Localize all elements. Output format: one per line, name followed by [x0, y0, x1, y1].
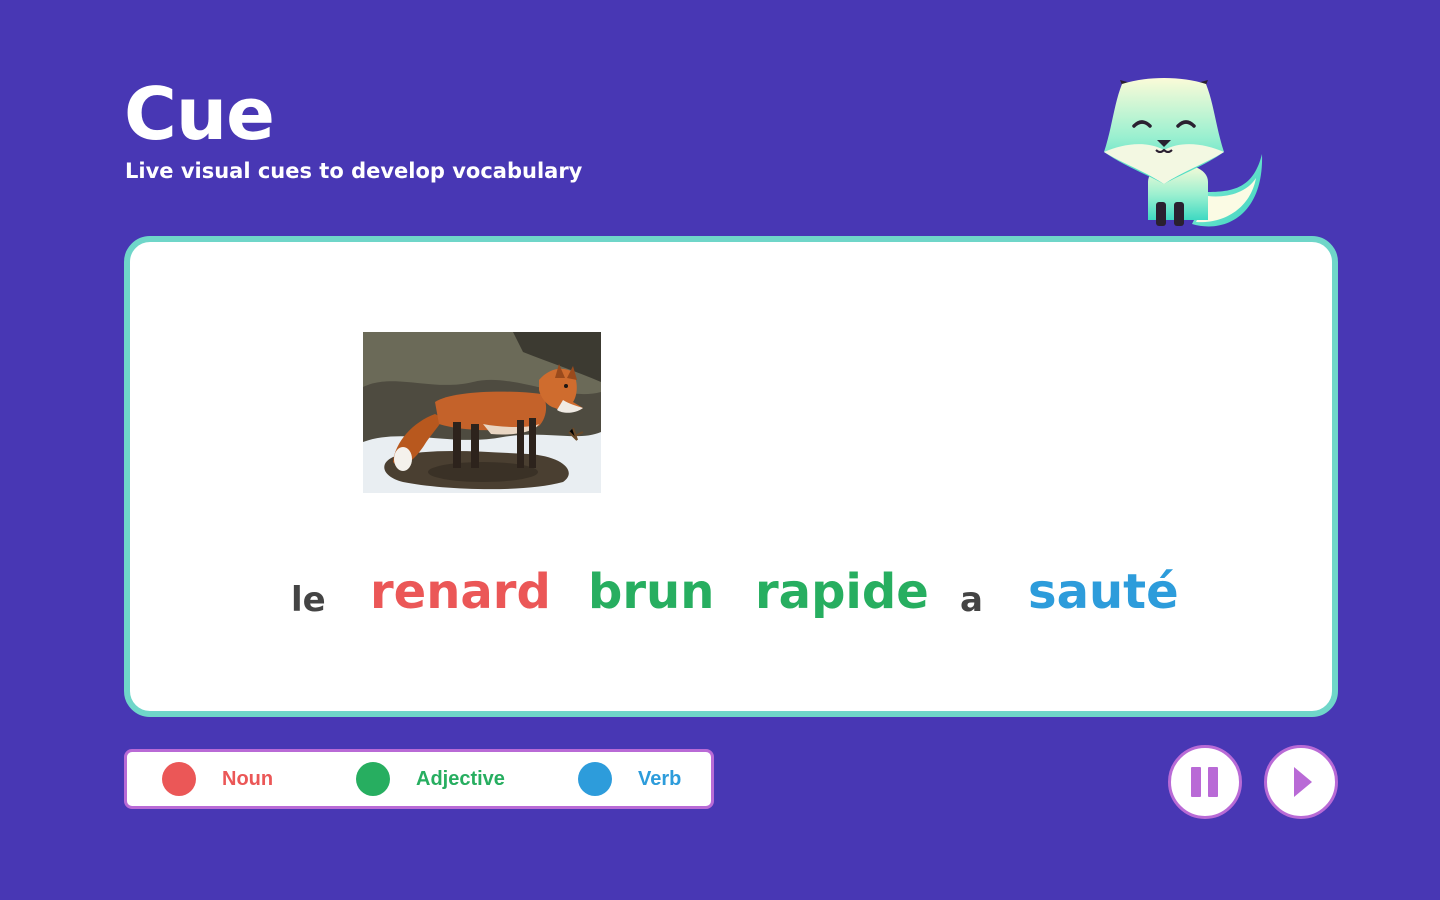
- pause-button[interactable]: [1168, 745, 1242, 819]
- legend-item-verb: Verb: [578, 752, 681, 806]
- word-article: le: [291, 580, 326, 620]
- cue-sentence: le renard brun rapide a sauté: [130, 552, 1332, 632]
- legend-dot-noun: [162, 762, 196, 796]
- play-icon: [1294, 767, 1312, 797]
- word-adjective-2: rapide: [755, 564, 929, 620]
- legend-label-noun: Noun: [222, 767, 274, 790]
- app-subtitle: Live visual cues to develop vocabulary: [125, 159, 583, 183]
- word-noun: renard: [370, 564, 551, 620]
- word-verb: sauté: [1028, 564, 1179, 620]
- legend-dot-verb: [578, 762, 612, 796]
- cue-card: le renard brun rapide a sauté: [124, 236, 1338, 717]
- word-adjective-1: brun: [588, 564, 715, 620]
- play-button[interactable]: [1264, 745, 1338, 819]
- fox-photo: [363, 332, 601, 493]
- legend-item-noun: Noun: [162, 752, 273, 806]
- legend-item-adjective: Adjective: [356, 752, 505, 806]
- legend-label-adjective: Adjective: [416, 767, 505, 790]
- fox-mascot-icon: [1104, 78, 1263, 227]
- word-auxiliary: a: [960, 580, 983, 620]
- legend-label-verb: Verb: [638, 767, 682, 790]
- pause-icon: [1191, 767, 1218, 797]
- app-title: Cue: [124, 72, 275, 156]
- legend-dot-adjective: [356, 762, 390, 796]
- part-of-speech-legend: Noun Adjective Verb: [124, 749, 714, 809]
